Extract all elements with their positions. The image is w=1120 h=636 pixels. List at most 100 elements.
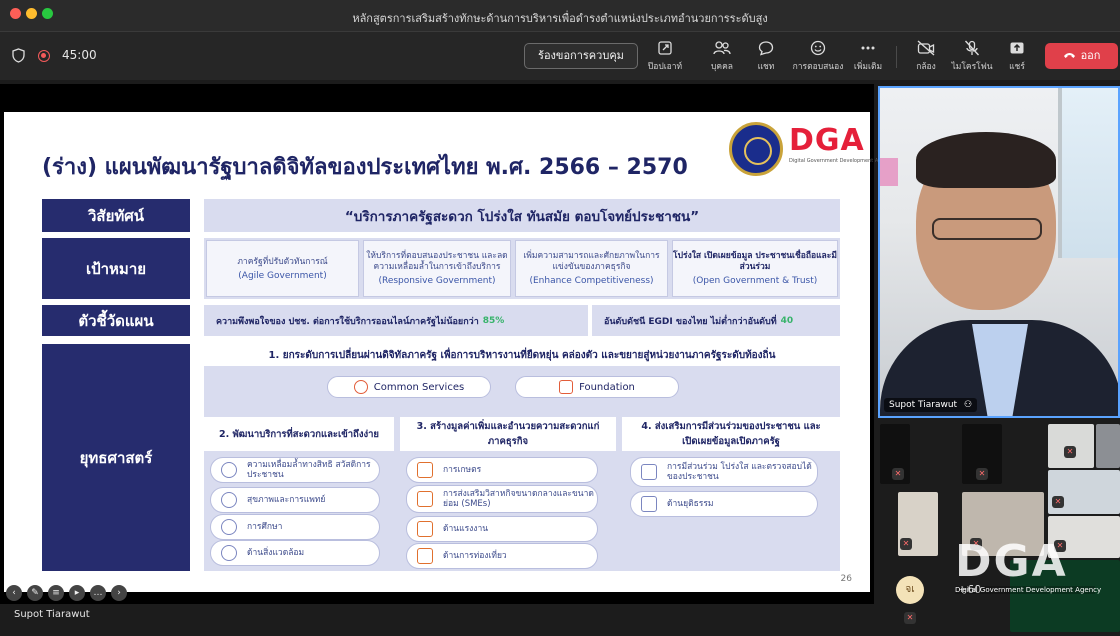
row-label-strategy: ยุทธศาสตร์: [42, 344, 190, 571]
more-label: เพิ่มเติม: [853, 62, 883, 72]
phone-hangup-icon: [1063, 43, 1076, 69]
strategy-item: ด้านแรงงาน: [406, 516, 598, 542]
participant-tile[interactable]: ✕: [898, 492, 938, 556]
strategy-1-heading: 1. ยกระดับการเปลี่ยนผ่านดิจิทัลภาครัฐ เพ…: [204, 344, 840, 366]
background-object: [880, 158, 898, 186]
more-button[interactable]: เพิ่มเติม: [836, 40, 900, 76]
reactions-icon: [810, 40, 826, 56]
camera-off-icon: [917, 40, 935, 56]
common-services-icon: [353, 380, 368, 394]
speaker-glasses: [932, 218, 1042, 240]
speaker-name-tag: Supot Tiarawut ⚇: [884, 398, 978, 412]
more-icon: [861, 46, 875, 50]
item-label: ด้านการท่องเที่ยว: [443, 551, 507, 561]
watermark-subtext: Digital Government Development Agency: [955, 586, 1102, 594]
participant-tile[interactable]: ✕: [1048, 470, 1120, 514]
pen-icon[interactable]: ✎: [27, 585, 43, 601]
goal-card: ภาครัฐที่ปรับตัวทันการณ์ (Agile Governme…: [206, 240, 359, 297]
previous-slide-icon[interactable]: ‹: [6, 585, 22, 601]
next-slide-icon[interactable]: ›: [111, 585, 127, 601]
education-icon: [221, 519, 237, 535]
row-label-indicator: ตัวชี้วัดแผน: [42, 305, 190, 336]
tourism-icon: [417, 548, 433, 564]
participant-avatar[interactable]: จเ: [896, 576, 924, 604]
dga-logo: DGA Digital Government Development Agenc…: [789, 126, 893, 172]
muted-mic-icon: ✕: [1052, 496, 1064, 508]
watermark-text: DGA: [955, 536, 1068, 587]
zoom-meeting-window: หลักสูตรการเสริมสร้างทักษะด้านการบริหารเ…: [0, 0, 1120, 636]
item-label: การศึกษา: [247, 522, 283, 532]
strategy-item: การมีส่วนร่วม โปร่งใส และตรวจสอบได้ของปร…: [630, 457, 818, 487]
presentation-slide: (ร่าง) แผนพัฒนารัฐบาลดิจิทัลของประเทศไทย…: [4, 112, 893, 592]
strategy-3-heading: 3. สร้างมูลค่าเพิ่มและอำนวยความสะดวกแก่ภ…: [400, 417, 616, 451]
meeting-toolbar: 45:00 ร้องขอการควบคุม ป๊อปเอาท์ บุคคล แช…: [0, 32, 1120, 80]
indicator-value: 85%: [482, 315, 505, 326]
speaker-hair: [916, 132, 1056, 188]
participant-tile[interactable]: ✕: [962, 424, 1002, 484]
participant-tile[interactable]: ✕: [1048, 424, 1094, 468]
request-control-button[interactable]: ร้องขอการควบคุม: [524, 43, 638, 69]
labor-icon: [417, 521, 433, 537]
item-label: สุขภาพและการแพทย์: [247, 495, 326, 505]
popout-icon: [658, 41, 672, 55]
active-speaker-video[interactable]: Supot Tiarawut ⚇: [878, 86, 1120, 418]
people-icon: ⚇: [963, 400, 973, 410]
participant-tile[interactable]: [1096, 424, 1120, 468]
row-label-vision: วิสัยทัศน์: [42, 199, 190, 232]
health-icon: [221, 492, 237, 508]
indicator-value: 40: [780, 315, 794, 326]
leave-button[interactable]: ออก: [1045, 43, 1118, 69]
recording-icon[interactable]: [38, 50, 50, 62]
share-icon: [1010, 42, 1024, 54]
muted-mic-icon: ✕: [900, 538, 912, 550]
window-title: หลักสูตรการเสริมสร้างทักษะด้านการบริหารเ…: [352, 12, 768, 25]
shared-screen: (ร่าง) แผนพัฒนารัฐบาลดิจิทัลของประเทศไทย…: [0, 84, 893, 604]
strategy-item: การศึกษา: [210, 514, 380, 540]
presenter-name: Supot Tiarawut: [14, 609, 90, 620]
goal-en: (Responsive Government): [378, 276, 496, 286]
captions-icon[interactable]: ≡: [48, 585, 64, 601]
strategy-item: การส่งเสริมวิสาหกิจขนาดกลางและขนาดย่อม (…: [406, 485, 598, 513]
goal-en: (Enhance Competitiveness): [529, 276, 654, 286]
popout-label: ป๊อปเอาท์: [647, 62, 683, 72]
strategy-2-heading: 2. พัฒนาบริการที่สะดวกและเข้าถึงง่าย: [204, 417, 394, 451]
muted-mic-icon: ✕: [904, 612, 916, 624]
video-icon[interactable]: ▸: [69, 585, 85, 601]
goal-card: ให้บริการที่ตอบสนองประชาชน และลดความเหลื…: [363, 240, 511, 297]
goal-th: ภาครัฐที่ปรับตัวทันการณ์: [237, 256, 328, 267]
speaker-name: Supot Tiarawut: [889, 400, 958, 410]
share-button[interactable]: แชร์: [985, 40, 1049, 76]
meeting-timer: 45:00: [62, 48, 97, 62]
strategy-item: ด้านการท่องเที่ยว: [406, 543, 598, 569]
title-bar: หลักสูตรการเสริมสร้างทักษะด้านการบริหารเ…: [0, 0, 1120, 32]
indicator-text: อันดับดัชนี EGDI ของไทย ไม่ต่ำกว่าอันดับ…: [604, 316, 777, 327]
item-label: การมีส่วนร่วม โปร่งใส และตรวจสอบได้ของปร…: [667, 462, 812, 482]
goal-en: (Open Government & Trust): [692, 276, 818, 286]
goal-th: โปร่งใส เปิดเผยข้อมูล ประชาชนเชื่อถือและ…: [673, 251, 837, 272]
options-icon[interactable]: …: [90, 585, 106, 601]
slide-title: (ร่าง) แผนพัฒนารัฐบาลดิจิทัลของประเทศไทย…: [42, 155, 688, 180]
dga-watermark: DGA Digital Government Development Agenc…: [955, 536, 1102, 608]
sme-icon: [417, 491, 433, 507]
government-seal-logo: [729, 122, 783, 176]
strategy-pill-foundation: Foundation: [515, 376, 679, 398]
participant-tile[interactable]: ✕: [880, 424, 910, 484]
indicator-egdi: อันดับดัชนี EGDI ของไทย ไม่ต่ำกว่าอันดับ…: [592, 305, 840, 336]
pill-label: Foundation: [579, 381, 635, 393]
participation-icon: [641, 464, 657, 480]
chat-icon: [758, 41, 774, 56]
share-label: แชร์: [1009, 62, 1025, 72]
strategy-4-heading: 4. ส่งเสริมการมีส่วนร่วมของประชาชน และเป…: [622, 417, 840, 451]
goal-th: ให้บริการที่ตอบสนองประชาชน และลดความเหลื…: [366, 251, 508, 272]
popout-button[interactable]: ป๊อปเอาท์: [633, 40, 697, 76]
background-window: [1058, 88, 1118, 258]
strategy-item: ด้านยุติธรรม: [630, 491, 818, 517]
justice-scale-icon: [641, 496, 657, 512]
item-label: การเกษตร: [443, 465, 482, 475]
people-icon: [713, 41, 731, 55]
goal-card: เพิ่มความสามารถและศักยภาพในการแข่งขันของ…: [515, 240, 668, 297]
leave-label: ออก: [1080, 49, 1101, 62]
item-label: ด้านยุติธรรม: [667, 499, 714, 509]
strategy-item: ความเหลื่อมล้ำทางสิทธิ สวัสดิการประชาชน: [210, 457, 380, 483]
shield-icon[interactable]: [12, 48, 25, 63]
